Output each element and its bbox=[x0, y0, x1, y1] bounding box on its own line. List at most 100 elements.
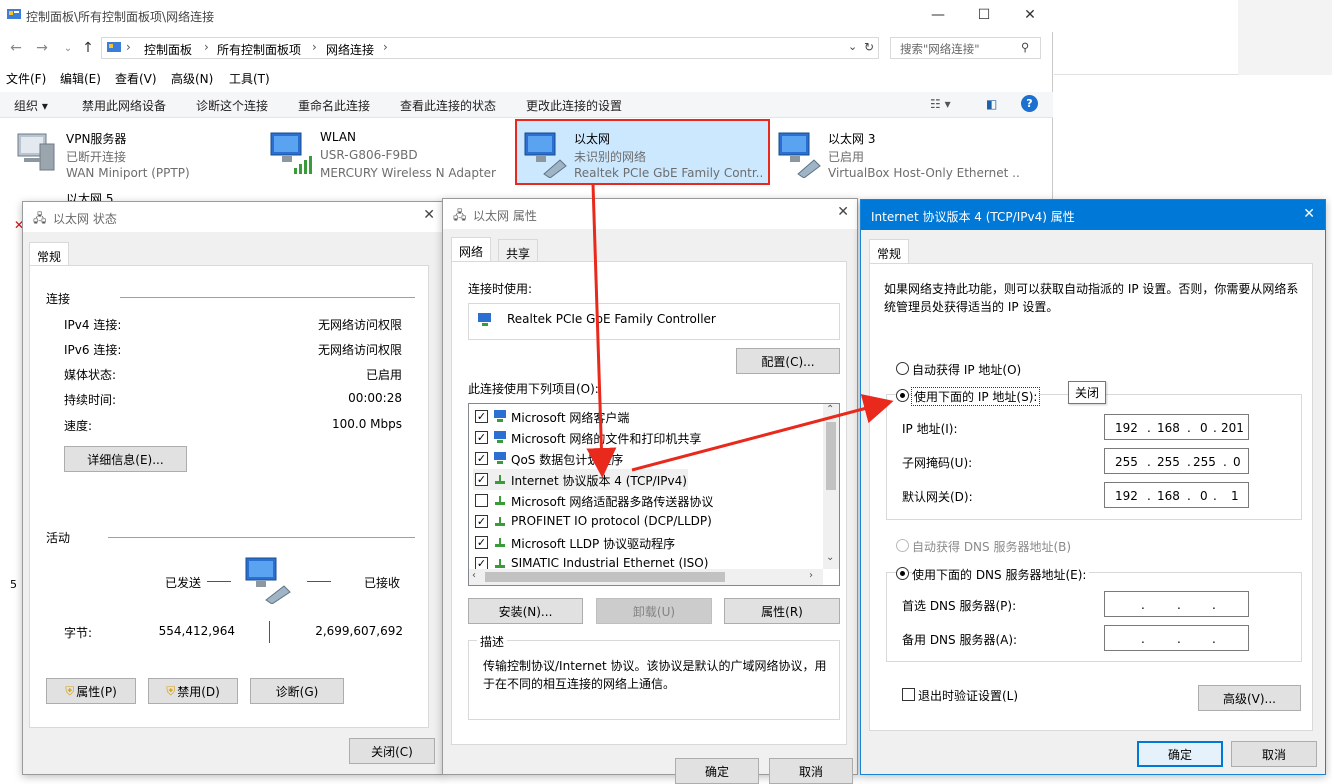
menu-file[interactable]: 文件(F) bbox=[6, 70, 46, 87]
auto-ip-label[interactable]: 自动获得 IP 地址(O) bbox=[912, 361, 1021, 378]
list-item[interactable]: ✓ SIMATIC Industrial Ethernet (ISO) bbox=[473, 553, 818, 569]
manual-ip-radio[interactable] bbox=[896, 389, 909, 402]
diagnose-connection-button[interactable]: 诊断这个连接 bbox=[196, 97, 268, 114]
validate-label[interactable]: 退出时验证设置(L) bbox=[918, 687, 1018, 704]
close-button[interactable]: 关闭(C) bbox=[349, 738, 435, 764]
preferred-dns-field[interactable]: ... bbox=[1104, 591, 1249, 617]
validate-checkbox[interactable] bbox=[902, 688, 915, 701]
breadcrumb-item[interactable]: 控制面板 bbox=[144, 41, 192, 58]
list-item-selected[interactable]: ✓ Internet 协议版本 4 (TCP/IPv4) bbox=[473, 469, 688, 490]
close-icon[interactable]: ✕ bbox=[1303, 206, 1315, 222]
close-window-button[interactable]: ✕ bbox=[1007, 0, 1053, 30]
menu-tools[interactable]: 工具(T) bbox=[229, 70, 270, 87]
vpn-adapter-icon bbox=[17, 133, 55, 171]
list-item[interactable]: ✓ Microsoft 网络的文件和打印机共享 bbox=[473, 427, 818, 448]
adapter-wlan[interactable]: WLAN USR-G806-F9BD MERCURY Wireless N Ad… bbox=[268, 128, 508, 188]
divider bbox=[269, 621, 270, 643]
list-item[interactable]: ✓ Microsoft LLDP 协议驱动程序 bbox=[473, 532, 818, 553]
forward-arrow-icon[interactable]: → bbox=[32, 38, 52, 58]
list-item[interactable]: ✓ QoS 数据包计划程序 bbox=[473, 448, 818, 469]
search-input[interactable]: 搜索"网络连接" ⚲ bbox=[890, 37, 1041, 59]
manual-ip-label[interactable]: 使用下面的 IP 地址(S): bbox=[910, 387, 1041, 406]
background-window bbox=[1054, 0, 1332, 75]
protocol-icon bbox=[495, 475, 505, 484]
view-status-button[interactable]: 查看此连接的状态 bbox=[400, 97, 496, 114]
subnet-mask-field[interactable]: 255. 255. 255. 0 bbox=[1104, 448, 1249, 474]
activity-header: 活动 bbox=[46, 531, 71, 545]
item-properties-button[interactable]: 属性(R) bbox=[724, 598, 840, 624]
properties-button[interactable]: ⛨ 属性(P) bbox=[46, 678, 136, 704]
menu-advanced[interactable]: 高级(N) bbox=[171, 70, 213, 87]
ip-address-field[interactable]: 192. 168. 0. 201 bbox=[1104, 414, 1249, 440]
ipv6-value: 无网络访问权限 bbox=[317, 343, 402, 357]
scroll-left-icon[interactable]: ‹ bbox=[472, 570, 476, 581]
configure-button[interactable]: 配置(C)... bbox=[736, 348, 840, 374]
ethernet-adapter-icon bbox=[778, 132, 821, 178]
protocol-icon bbox=[495, 517, 505, 526]
adapter-vpn[interactable]: VPN服务器 已断开连接 WAN Miniport (PPTP) bbox=[14, 128, 254, 188]
scrollbar-thumb[interactable] bbox=[485, 572, 725, 582]
minimize-button[interactable]: — bbox=[915, 0, 961, 30]
divider bbox=[120, 297, 415, 298]
scrollbar-thumb[interactable] bbox=[826, 422, 836, 490]
help-icon[interactable]: ? bbox=[1021, 95, 1038, 112]
breadcrumb-item[interactable]: 所有控制面板项 bbox=[217, 41, 301, 58]
alternate-dns-field[interactable]: ... bbox=[1104, 625, 1249, 651]
cancel-button[interactable]: 取消 bbox=[769, 758, 853, 784]
change-settings-button[interactable]: 更改此连接的设置 bbox=[526, 97, 622, 114]
maximize-button[interactable]: ☐ bbox=[961, 0, 1007, 30]
menu-view[interactable]: 查看(V) bbox=[115, 70, 157, 87]
list-item[interactable]: ✓ Microsoft 网络客户端 bbox=[473, 406, 818, 427]
rename-connection-button[interactable]: 重命名此连接 bbox=[298, 97, 370, 114]
manual-dns-label[interactable]: 使用下面的 DNS 服务器地址(E): bbox=[912, 566, 1090, 583]
disable-button[interactable]: ⛨ 禁用(D) bbox=[148, 678, 238, 704]
tab-sharing[interactable]: 共享 bbox=[498, 239, 539, 261]
back-arrow-icon[interactable]: ← bbox=[6, 38, 26, 58]
command-bar: 组织 ▾ 禁用此网络设备 诊断这个连接 重命名此连接 查看此连接的状态 更改此连… bbox=[0, 92, 1053, 118]
search-placeholder: 搜索"网络连接" bbox=[900, 42, 980, 56]
organize-button[interactable]: 组织 ▾ bbox=[14, 97, 48, 114]
scroll-down-icon[interactable]: ⌄ bbox=[826, 552, 834, 563]
ok-button[interactable]: 确定 bbox=[675, 758, 759, 784]
tab-general[interactable]: 常规 bbox=[869, 239, 910, 263]
refresh-icon[interactable]: ↻ bbox=[864, 40, 874, 54]
install-button[interactable]: 安装(N)... bbox=[468, 598, 583, 624]
scroll-right-icon[interactable]: › bbox=[809, 570, 813, 581]
control-panel-icon bbox=[7, 9, 21, 19]
view-options-icon[interactable]: ☷ ▾ bbox=[930, 97, 951, 111]
list-item[interactable]: Microsoft 网络适配器多路传送器协议 bbox=[473, 490, 818, 511]
disable-device-button[interactable]: 禁用此网络设备 bbox=[82, 97, 166, 114]
details-button[interactable]: 详细信息(E)... bbox=[64, 446, 187, 472]
speed-label: 速度: bbox=[64, 419, 93, 433]
cancel-button[interactable]: 取消 bbox=[1231, 741, 1317, 767]
tab-general[interactable]: 常规 bbox=[29, 242, 70, 266]
list-item[interactable]: ✓ PROFINET IO protocol (DCP/LLDP) bbox=[473, 511, 818, 532]
menu-edit[interactable]: 编辑(E) bbox=[60, 70, 101, 87]
ok-button[interactable]: 确定 bbox=[1137, 741, 1223, 767]
chevron-down-icon[interactable]: ⌄ bbox=[848, 40, 857, 53]
auto-ip-radio[interactable] bbox=[896, 362, 909, 375]
scroll-up-icon[interactable]: ⌃ bbox=[826, 404, 834, 415]
diagnose-button[interactable]: 诊断(G) bbox=[250, 678, 344, 704]
vertical-scrollbar[interactable]: ⌃ ⌄ bbox=[823, 404, 839, 569]
recent-dropdown-icon[interactable]: ⌄ bbox=[58, 38, 78, 58]
gateway-field[interactable]: 192. 168. 0. 1 bbox=[1104, 482, 1249, 508]
tab-network[interactable]: 网络 bbox=[451, 237, 492, 261]
manual-dns-radio[interactable] bbox=[896, 567, 909, 580]
breadcrumb-item[interactable]: 网络连接 bbox=[326, 41, 374, 58]
advanced-button[interactable]: 高级(V)... bbox=[1198, 685, 1301, 711]
preview-pane-icon[interactable]: ◧ bbox=[986, 97, 997, 111]
adapter-ethernet[interactable]: 以太网 未识别的网络 Realtek PCIe GbE Family Contr… bbox=[522, 128, 762, 188]
close-icon[interactable]: ✕ bbox=[837, 204, 849, 220]
search-icon: ⚲ bbox=[1021, 40, 1030, 54]
shield-icon: ⛨ bbox=[166, 683, 176, 698]
explorer-titlebar: 控制面板\所有控制面板项\网络连接 — ☐ ✕ bbox=[0, 0, 1053, 32]
close-icon[interactable]: ✕ bbox=[423, 207, 435, 223]
components-list[interactable]: ✓ Microsoft 网络客户端 ✓ Microsoft 网络的文件和打印机共享 … bbox=[468, 403, 840, 586]
duration-label: 持续时间: bbox=[64, 393, 117, 407]
auto-dns-radio bbox=[896, 539, 909, 552]
adapter-ethernet-3[interactable]: 以太网 3 已启用 VirtualBox Host-Only Ethernet … bbox=[776, 128, 1026, 188]
address-bar[interactable]: › 控制面板 › 所有控制面板项 › 网络连接 › ⌄ ↻ bbox=[101, 37, 879, 59]
horizontal-scrollbar[interactable]: ‹ › bbox=[469, 569, 823, 585]
up-arrow-icon[interactable]: ↑ bbox=[78, 38, 98, 58]
